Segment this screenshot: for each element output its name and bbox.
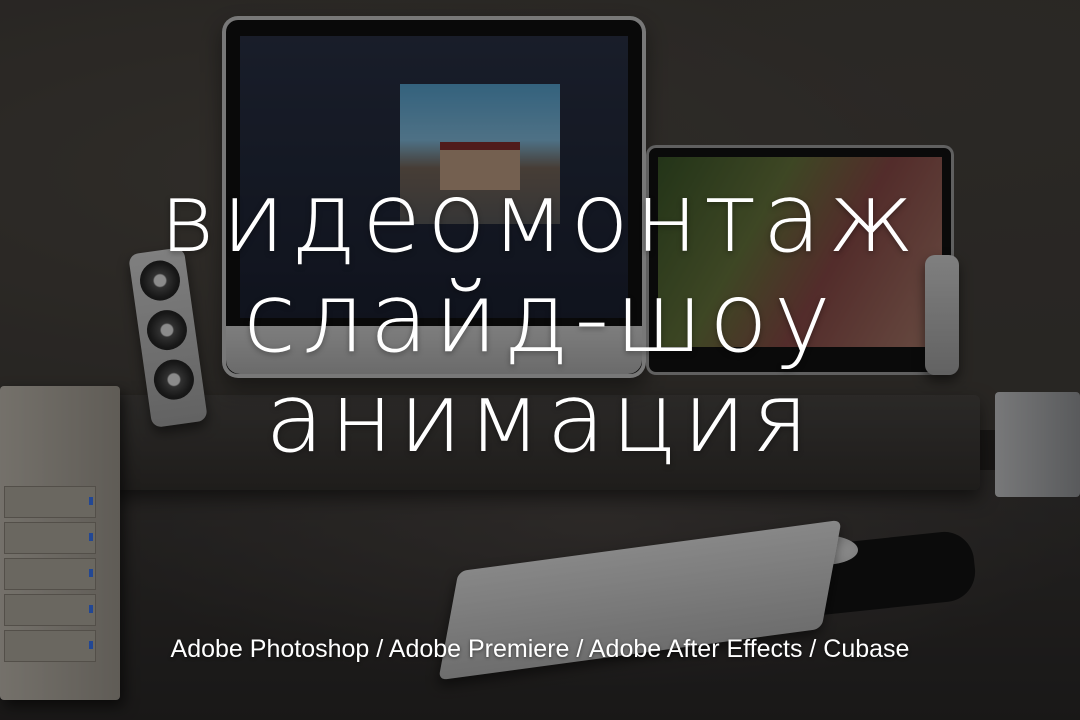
headline-line-video-editing: видеомонтаж	[159, 162, 921, 274]
software-list-caption: Adobe Photoshop / Adobe Premiere / Adobe…	[170, 635, 910, 663]
headline-line-animation: анимация	[265, 362, 815, 474]
banner-scene: видеомонтаж слайд-шоу анимация Adobe Pho…	[0, 0, 1080, 720]
headline-line-slideshow: слайд-шоу	[243, 262, 837, 374]
headline: видеомонтаж слайд-шоу анимация	[0, 168, 1080, 468]
